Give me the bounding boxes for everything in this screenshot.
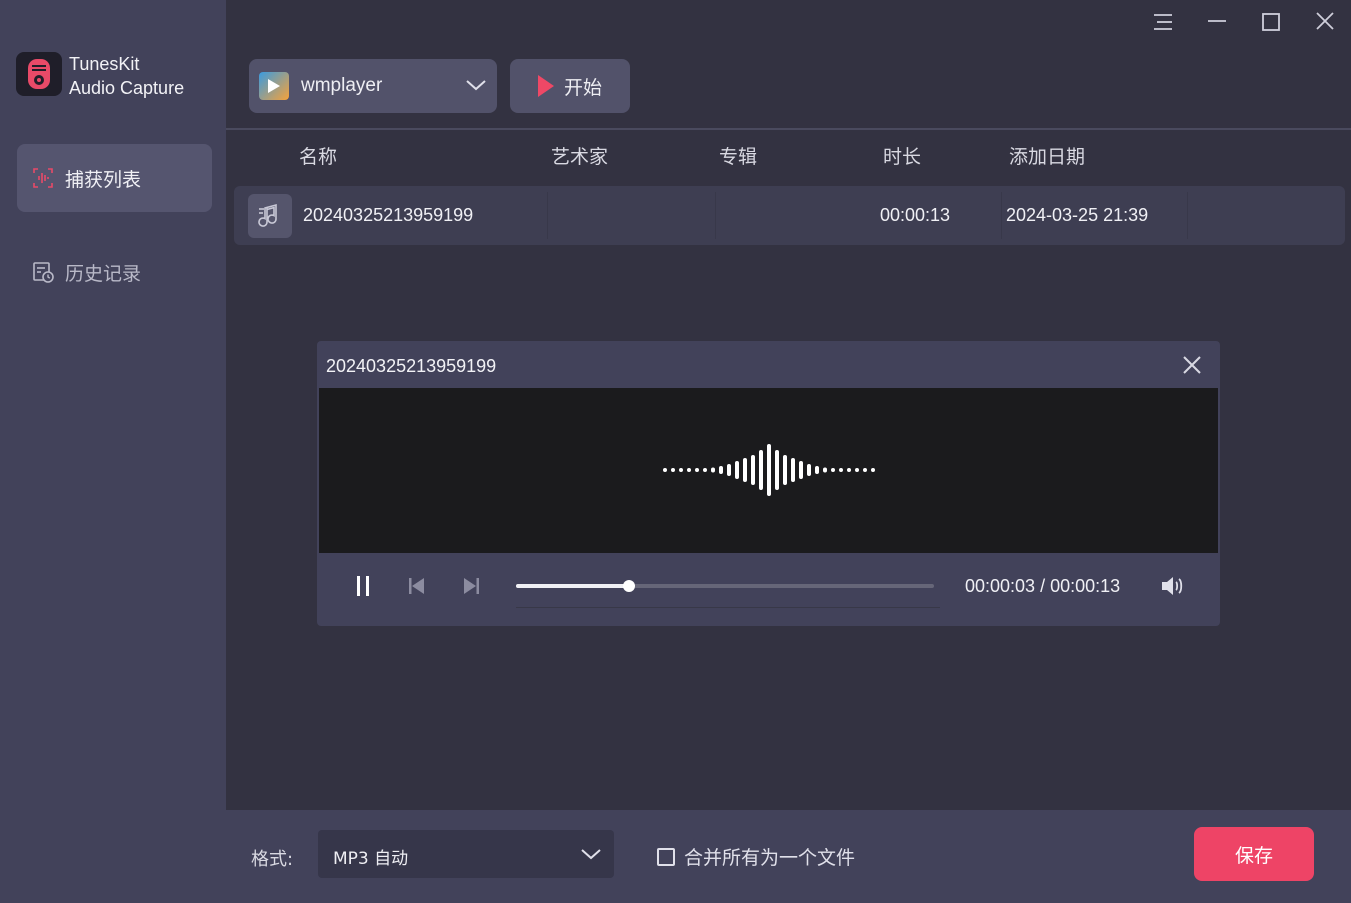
sidebar-item-label: 历史记录 [65,262,142,285]
chevron-down-icon [466,80,486,91]
waveform-bar [847,468,851,472]
sidebar-item-history[interactable]: 历史记录 [17,238,212,306]
maximize-button[interactable] [1255,6,1287,38]
waveform-bar [711,467,715,473]
waveform-bar [823,467,827,473]
waveform-bar [687,468,691,472]
waveform-bar [663,468,667,472]
waveform-bar [863,468,867,472]
footer-bar: 格式: MP3 自动 合并所有为一个文件 保存 [226,810,1351,903]
waveform-icon [31,166,55,190]
skip-next-icon[interactable] [460,575,482,597]
waveform-bar [719,466,723,474]
format-value: MP3 自动 [333,849,409,869]
waveform-bar [815,466,819,474]
column-separator [1001,192,1002,239]
menu-button[interactable] [1147,6,1179,38]
history-icon [31,260,55,284]
merge-label: 合并所有为一个文件 [684,847,856,869]
column-header-date-added[interactable]: 添加日期 [1009,142,1085,169]
maximize-icon [1262,13,1280,31]
start-capture-button[interactable]: 开始 [510,59,630,113]
waveform-bar [767,444,771,496]
cell-name: 20240325213959199 [303,205,474,225]
waveform-bar [735,461,739,479]
column-header-artist[interactable]: 艺术家 [551,142,608,169]
chevron-down-icon [581,849,601,860]
column-header-album[interactable]: 专辑 [719,142,757,169]
volume-icon[interactable] [1159,574,1187,598]
cell-duration: 00:00:13 [880,205,951,225]
playback-time: 00:00:03 / 00:00:13 [965,576,1121,596]
format-label: 格式: [251,849,294,870]
merge-option[interactable]: 合并所有为一个文件 [657,843,855,870]
waveform-bar [831,468,835,472]
minimize-icon [1208,20,1226,22]
waveform-bar [695,468,699,472]
app-name: TunesKit Audio Capture [69,52,184,100]
close-button[interactable] [1309,6,1341,38]
pause-icon[interactable] [351,573,377,599]
close-icon [1316,12,1334,30]
toolbar-divider [226,128,1351,130]
sidebar: TunesKit Audio Capture 捕获列表 历史记录 [0,0,226,903]
merge-checkbox[interactable] [657,847,675,866]
waveform-bar [839,468,843,472]
waveform-bar [759,450,763,490]
save-button[interactable]: 保存 [1194,827,1314,881]
waveform-bar [727,464,731,476]
player-controls: 00:00:03 / 00:00:13 [317,553,1220,626]
cell-date-added: 2024-03-25 21:39 [1006,205,1149,225]
music-note-icon [248,194,292,238]
waveform-bar [679,468,683,472]
audio-visualizer [319,388,1218,553]
skip-previous-icon[interactable] [406,575,428,597]
column-header-name[interactable]: 名称 [299,142,337,169]
column-separator [715,192,716,239]
waveform-bar [703,468,707,472]
wmplayer-app-icon [259,72,289,100]
menu-icon [1154,14,1172,30]
waveform-bar [791,458,795,482]
audio-source-label: wmplayer [301,75,383,96]
audio-source-select[interactable]: wmplayer [249,59,497,113]
sidebar-item-capture-list[interactable]: 捕获列表 [17,144,212,212]
waveform-bar [783,455,787,485]
format-select[interactable]: MP3 自动 [318,830,614,878]
column-separator [1187,192,1188,239]
player-close-icon[interactable] [1180,353,1204,377]
waveform-bar [775,450,779,490]
progress-thumb[interactable] [622,580,635,592]
waveform-bar [799,461,803,479]
waveform-bars [663,444,875,496]
app-logo-icon [16,52,62,96]
column-header-duration[interactable]: 时长 [883,142,921,169]
player-title: 20240325213959199 [326,356,497,376]
save-label: 保存 [1234,844,1273,867]
sidebar-item-label: 捕获列表 [65,168,142,191]
waveform-bar [743,458,747,482]
audio-player-dialog: 20240325213959199 00:00:03 / 00:00:13 [317,341,1220,626]
waveform-bar [751,455,755,485]
app-name-line2: Audio Capture [69,78,185,98]
waveform-bar [807,464,811,476]
waveform-bar [855,468,859,472]
progress-fill [516,584,629,588]
waveform-bar [671,468,675,472]
column-separator [547,192,548,239]
progress-underline [516,607,940,608]
table-row[interactable]: 20240325213959199 00:00:13 2024-03-25 21… [234,186,1345,245]
playback-progress-slider[interactable] [516,580,934,592]
minimize-button[interactable] [1201,6,1233,38]
play-icon [537,75,554,97]
start-capture-label: 开始 [563,76,602,99]
waveform-bar [871,468,875,472]
app-name-line1: TunesKit [69,54,140,74]
